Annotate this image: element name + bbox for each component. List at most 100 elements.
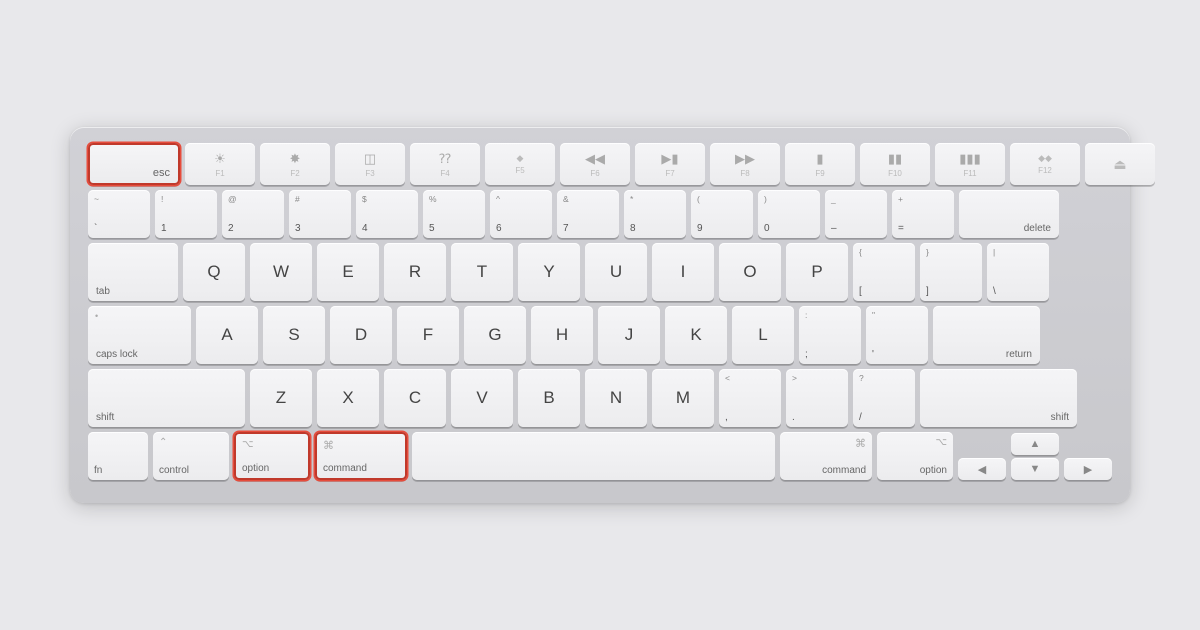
key-0[interactable]: ) 0 xyxy=(758,190,820,238)
keyboard: esc ☀ F1 ✸ F2 ◫ F3 ⁇ F4 ◆ F5 ◀◀ F6 xyxy=(70,127,1130,503)
key-arrow-left[interactable]: ◀ xyxy=(958,458,1006,480)
f2-label: F2 xyxy=(290,169,299,178)
f5-icon: ◆ xyxy=(517,153,524,164)
key-c[interactable]: C xyxy=(384,369,446,427)
key-option-left[interactable]: ⌥ option xyxy=(234,432,310,480)
key-f1[interactable]: ☀ F1 xyxy=(185,143,255,185)
key-space[interactable] xyxy=(412,432,775,480)
f3-label: F3 xyxy=(365,169,374,178)
key-t[interactable]: T xyxy=(451,243,513,301)
key-comma[interactable]: < , xyxy=(719,369,781,427)
key-f9[interactable]: ▮ F9 xyxy=(785,143,855,185)
key-slash[interactable]: ? / xyxy=(853,369,915,427)
f11-label: F11 xyxy=(963,169,976,178)
eject-icon: ⏏ xyxy=(1113,156,1126,173)
key-period[interactable]: > . xyxy=(786,369,848,427)
f8-icon: ▶▶ xyxy=(735,151,755,167)
key-eject[interactable]: ⏏ xyxy=(1085,143,1155,185)
key-backslash[interactable]: | \ xyxy=(987,243,1049,301)
f4-label: F4 xyxy=(440,169,449,178)
key-b[interactable]: B xyxy=(518,369,580,427)
key-e[interactable]: E xyxy=(317,243,379,301)
key-f8[interactable]: ▶▶ F8 xyxy=(710,143,780,185)
key-2[interactable]: @ 2 xyxy=(222,190,284,238)
key-9[interactable]: ( 9 xyxy=(691,190,753,238)
number-row: ~ ` ! 1 @ 2 # 3 $ 4 % 5 ^ 6 & 7 xyxy=(88,190,1112,238)
key-f5[interactable]: ◆ F5 xyxy=(485,143,555,185)
key-f6[interactable]: ◀◀ F6 xyxy=(560,143,630,185)
key-command-left[interactable]: ⌘ command xyxy=(315,432,407,480)
key-arrow-up[interactable]: ▲ xyxy=(1011,433,1059,455)
key-d[interactable]: D xyxy=(330,306,392,364)
tab-label: tab xyxy=(96,286,110,297)
arrow-left-icon: ◀ xyxy=(978,463,986,476)
shift-right-label: shift xyxy=(1051,412,1069,423)
key-semicolon[interactable]: : ; xyxy=(799,306,861,364)
arrow-down-icon: ▼ xyxy=(1030,463,1041,475)
key-f11[interactable]: ▮▮▮ F11 xyxy=(935,143,1005,185)
key-backtick[interactable]: ~ ` xyxy=(88,190,150,238)
key-open-bracket[interactable]: { [ xyxy=(853,243,915,301)
key-control[interactable]: ⌃ control xyxy=(153,432,229,480)
key-option-right[interactable]: ⌥ option xyxy=(877,432,953,480)
command-left-label: command xyxy=(323,463,367,474)
f3-icon: ◫ xyxy=(364,151,376,167)
key-a[interactable]: A xyxy=(196,306,258,364)
key-1[interactable]: ! 1 xyxy=(155,190,217,238)
key-m[interactable]: M xyxy=(652,369,714,427)
key-shift-left[interactable]: shift xyxy=(88,369,245,427)
key-x[interactable]: X xyxy=(317,369,379,427)
key-minus[interactable]: _ – xyxy=(825,190,887,238)
qwerty-row: tab Q W E R T Y U I O P { [ } ] | \ xyxy=(88,243,1112,301)
key-f3[interactable]: ◫ F3 xyxy=(335,143,405,185)
key-n[interactable]: N xyxy=(585,369,647,427)
key-7[interactable]: & 7 xyxy=(557,190,619,238)
f10-label: F10 xyxy=(888,169,902,178)
key-6[interactable]: ^ 6 xyxy=(490,190,552,238)
key-p[interactable]: P xyxy=(786,243,848,301)
bottom-row: fn ⌃ control ⌥ option ⌘ command ⌘ comman… xyxy=(88,432,1112,480)
key-z[interactable]: Z xyxy=(250,369,312,427)
key-arrow-right[interactable]: ▶ xyxy=(1064,458,1112,480)
f9-icon: ▮ xyxy=(816,151,823,167)
key-k[interactable]: K xyxy=(665,306,727,364)
key-close-bracket[interactable]: } ] xyxy=(920,243,982,301)
key-f7[interactable]: ▶▮ F7 xyxy=(635,143,705,185)
key-tab[interactable]: tab xyxy=(88,243,178,301)
key-f[interactable]: F xyxy=(397,306,459,364)
key-esc[interactable]: esc xyxy=(88,143,180,185)
key-g[interactable]: G xyxy=(464,306,526,364)
key-i[interactable]: I xyxy=(652,243,714,301)
key-4[interactable]: $ 4 xyxy=(356,190,418,238)
key-r[interactable]: R xyxy=(384,243,446,301)
key-3[interactable]: # 3 xyxy=(289,190,351,238)
key-f2[interactable]: ✸ F2 xyxy=(260,143,330,185)
key-j[interactable]: J xyxy=(598,306,660,364)
key-equals[interactable]: + = xyxy=(892,190,954,238)
f9-label: F9 xyxy=(815,169,824,178)
key-q[interactable]: Q xyxy=(183,243,245,301)
key-command-right[interactable]: ⌘ command xyxy=(780,432,872,480)
key-8[interactable]: * 8 xyxy=(624,190,686,238)
key-s[interactable]: S xyxy=(263,306,325,364)
key-quote[interactable]: " ' xyxy=(866,306,928,364)
key-h[interactable]: H xyxy=(531,306,593,364)
key-arrow-down[interactable]: ▼ xyxy=(1011,458,1059,480)
key-5[interactable]: % 5 xyxy=(423,190,485,238)
key-shift-right[interactable]: shift xyxy=(920,369,1077,427)
key-fn[interactable]: fn xyxy=(88,432,148,480)
key-v[interactable]: V xyxy=(451,369,513,427)
key-y[interactable]: Y xyxy=(518,243,580,301)
key-delete[interactable]: delete xyxy=(959,190,1059,238)
esc-label: esc xyxy=(153,167,170,179)
key-f10[interactable]: ▮▮ F10 xyxy=(860,143,930,185)
key-u[interactable]: U xyxy=(585,243,647,301)
key-o[interactable]: O xyxy=(719,243,781,301)
key-caps-lock[interactable]: caps lock xyxy=(88,306,191,364)
key-l[interactable]: L xyxy=(732,306,794,364)
arrow-up-icon: ▲ xyxy=(1030,438,1041,450)
key-w[interactable]: W xyxy=(250,243,312,301)
key-return[interactable]: return xyxy=(933,306,1040,364)
key-f12[interactable]: ◆◆ F12 xyxy=(1010,143,1080,185)
key-f4[interactable]: ⁇ F4 xyxy=(410,143,480,185)
